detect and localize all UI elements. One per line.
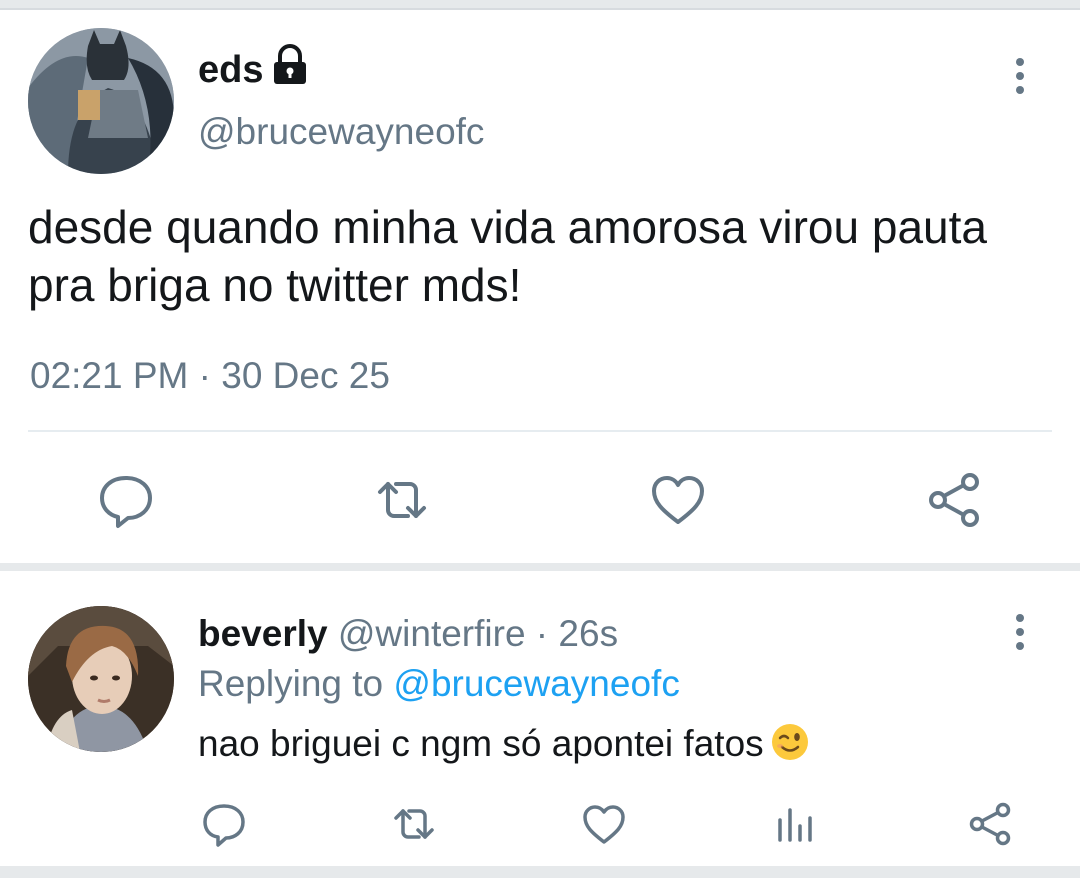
heart-icon [652, 476, 704, 524]
analytics-icon [778, 808, 812, 842]
handle[interactable]: @brucewayneofc [198, 110, 484, 154]
retweet-icon [394, 809, 434, 839]
avatar[interactable] [28, 606, 174, 752]
section-divider [0, 563, 1080, 571]
share-button[interactable] [924, 470, 984, 530]
share-icon [969, 802, 1011, 846]
heart-icon [583, 805, 625, 844]
handle-and-time[interactable]: @winterfire · 26s [338, 613, 618, 654]
replying-handle-link[interactable]: @brucewayneofc [393, 663, 679, 704]
batman-avatar-image [28, 28, 174, 174]
divider [28, 430, 1052, 432]
more-vertical-icon[interactable] [1004, 612, 1036, 652]
tweet-text: desde quando minha vida amorosa virou pa… [28, 201, 987, 311]
reply-header: beverly @winterfire · 26s [198, 612, 618, 656]
lock-icon [268, 44, 312, 88]
winking-face-emoji [770, 722, 810, 762]
reply-button[interactable] [96, 470, 156, 530]
retweet-button[interactable] [372, 470, 432, 530]
share-button[interactable] [966, 800, 1014, 848]
share-icon [929, 473, 979, 527]
replying-to: Replying to @brucewayneofc [198, 662, 680, 706]
display-name[interactable]: eds [198, 48, 263, 92]
more-vertical-icon[interactable] [1004, 56, 1036, 96]
retweet-icon [378, 482, 426, 518]
avatar[interactable] [28, 28, 174, 174]
reply-text: nao briguei c ngm só apontei fatos [198, 723, 764, 764]
analytics-button[interactable] [772, 800, 820, 848]
replying-label: Replying to [198, 663, 384, 704]
like-button[interactable] [648, 470, 708, 530]
bottom-divider [0, 866, 1080, 878]
top-divider-shadow [0, 8, 1080, 10]
user-avatar-image [28, 606, 174, 752]
retweet-button[interactable] [390, 800, 438, 848]
timestamp[interactable]: 02:21 PM · 30 Dec 25 [30, 354, 390, 398]
reply-text-row: nao briguei c ngm só apontei fatos [198, 722, 810, 766]
display-name[interactable]: beverly [198, 613, 328, 654]
like-button[interactable] [580, 800, 628, 848]
reply-icon [203, 804, 245, 847]
reply-button[interactable] [200, 800, 248, 848]
top-divider [0, 0, 1080, 8]
reply-icon [100, 476, 152, 528]
